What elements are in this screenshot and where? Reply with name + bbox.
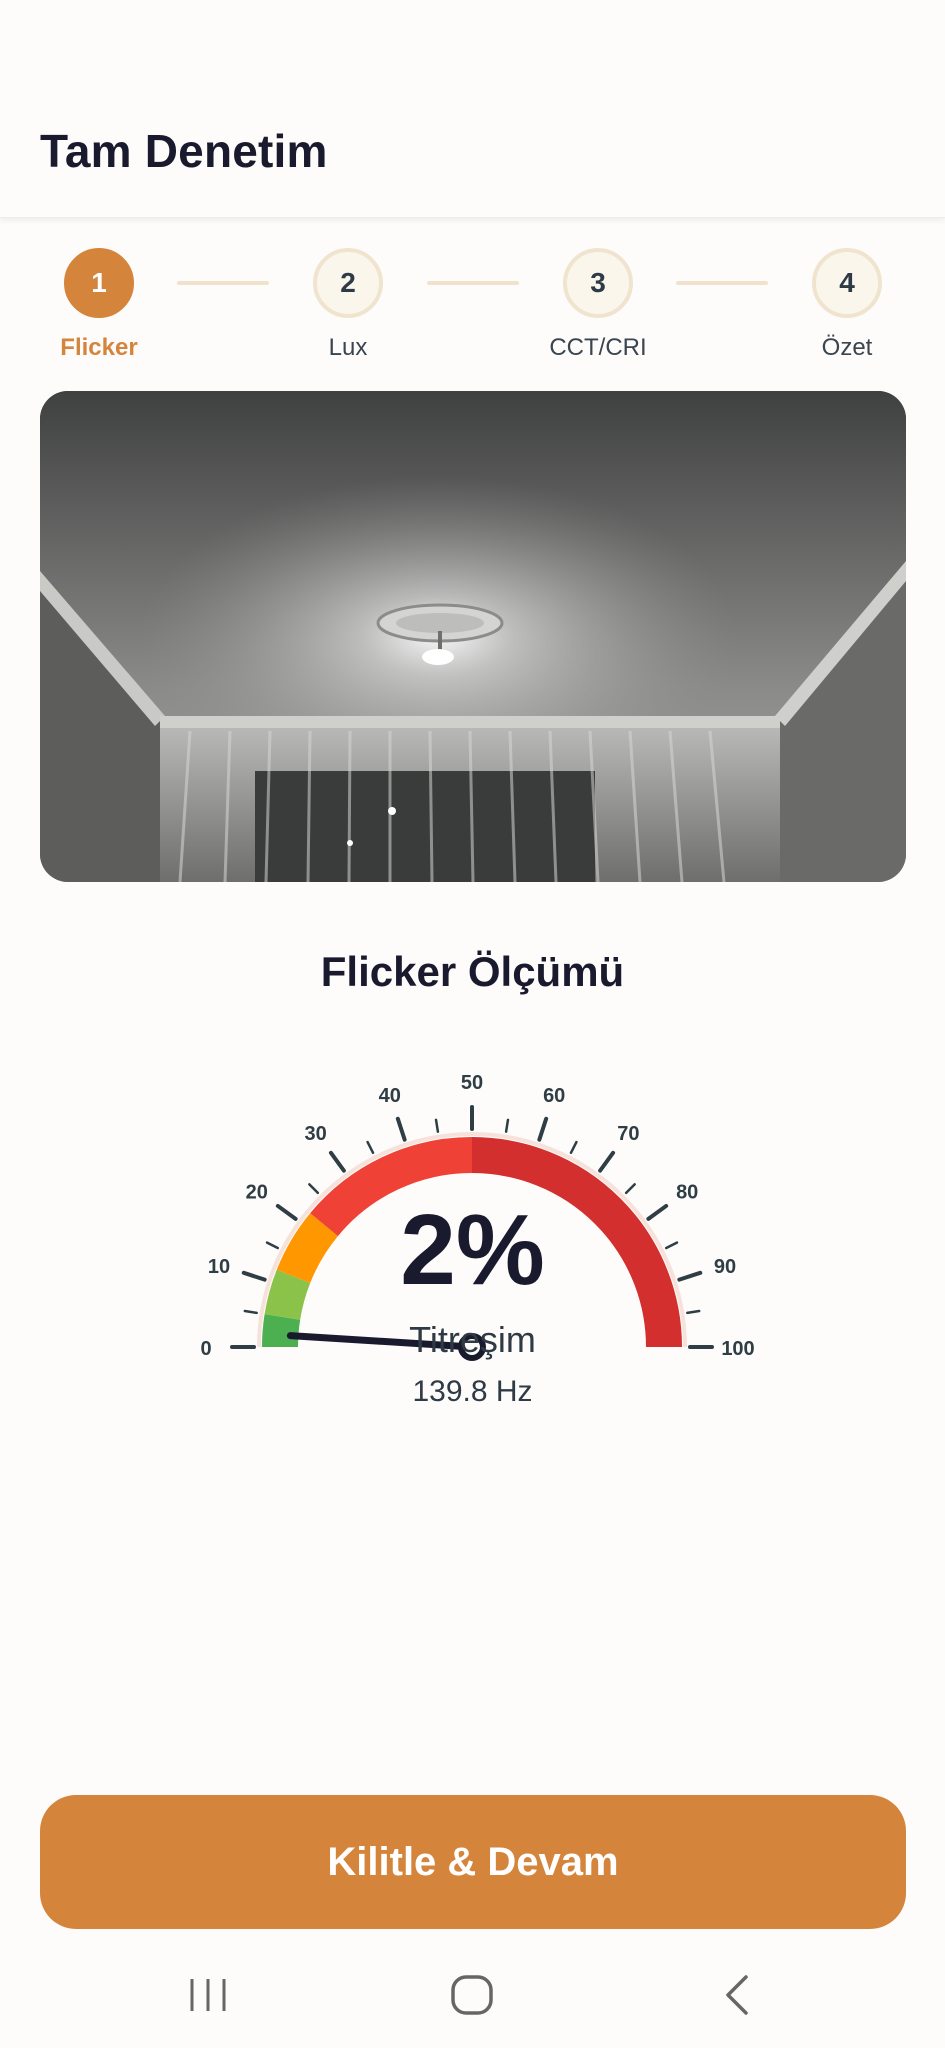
step-number: 4 <box>812 248 882 318</box>
lock-continue-button[interactable]: Kilitle & Devam <box>40 1795 906 1929</box>
gauge-major-tick <box>395 1116 407 1142</box>
flicker-frequency: 139.8 Hz <box>412 1375 533 1408</box>
flicker-percent-value: 2% <box>400 1194 545 1306</box>
gauge-minor-tick <box>624 1183 636 1195</box>
measurement-title: Flicker Ölçümü <box>320 948 625 995</box>
step-number: 3 <box>563 248 633 318</box>
gauge-minor-tick <box>569 1140 578 1155</box>
step-number: 2 <box>313 248 383 318</box>
page-title: Tam Denetim <box>40 125 328 177</box>
flicker-label: Titreşim <box>409 1319 536 1360</box>
gauge-tick-label: 60 <box>543 1085 565 1107</box>
app-header: Tam Denetim <box>0 80 945 218</box>
step-label: Özet <box>821 334 873 361</box>
step-lux[interactable]: 2 Lux <box>268 248 428 362</box>
step-flicker[interactable]: 1 Flicker <box>19 248 179 362</box>
home-icon[interactable] <box>432 1960 512 2030</box>
step-connector <box>676 281 768 285</box>
gauge-major-tick <box>328 1150 346 1173</box>
system-nav-bar <box>0 1940 945 2048</box>
gauge-major-tick <box>598 1150 616 1173</box>
gauge-tick-label: 70 <box>617 1123 639 1145</box>
gauge-tick-label: 30 <box>305 1123 327 1145</box>
back-icon[interactable] <box>697 1960 777 2030</box>
gauge-tick-label: 50 <box>461 1072 483 1094</box>
status-bar <box>0 0 945 80</box>
recents-icon[interactable] <box>168 1960 248 2030</box>
step-summary[interactable]: 4 Özet <box>767 248 927 362</box>
step-label: Flicker <box>60 334 138 361</box>
step-cct-cri[interactable]: 3 CCT/CRI <box>518 248 678 362</box>
gauge-minor-tick <box>504 1118 510 1133</box>
gauge-minor-tick <box>686 1309 701 1315</box>
camera-frame-image <box>40 391 906 882</box>
step-number: 1 <box>64 248 134 318</box>
step-connector <box>177 281 269 285</box>
step-label: CCT/CRI <box>549 334 647 361</box>
gauge-minor-tick <box>243 1309 258 1315</box>
step-label: Lux <box>328 334 368 361</box>
stepper: 1 Flicker 2 Lux 3 CCT/CRI 4 Özet <box>0 240 945 370</box>
gauge-minor-tick <box>434 1118 440 1133</box>
step-connector <box>427 281 519 285</box>
gauge-minor-tick <box>366 1140 375 1155</box>
camera-preview <box>40 391 906 882</box>
gauge-tick-label: 40 <box>379 1085 401 1107</box>
gauge-minor-tick <box>308 1183 320 1195</box>
flicker-gauge: 0 10 20 30 40 50 60 70 80 90 100 2% Titreşim 139.8… <box>160 1030 785 1450</box>
gauge-major-tick <box>537 1116 549 1142</box>
